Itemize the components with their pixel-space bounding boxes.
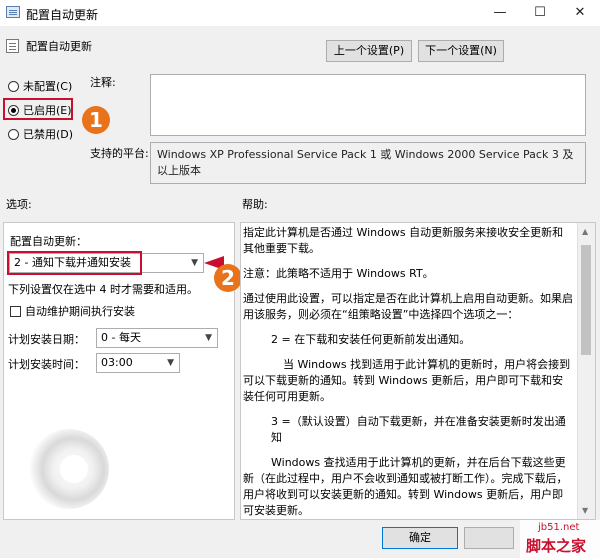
scroll-up-icon[interactable]: ▲ [582, 227, 588, 236]
maintenance-checkbox-label: 自动维护期间执行安装 [25, 305, 135, 318]
watermark-area: jb51.net 脚本之家 [520, 520, 600, 558]
time-dropdown-value: 03:00 [101, 356, 133, 369]
window-title: 配置自动更新 [26, 8, 99, 22]
radio-label: 已禁用(D) [23, 128, 74, 141]
help-paragraph: 当 Windows 找到适用于此计算机的更新时，用户将会接到可以下载更新的通知。… [243, 358, 571, 403]
setting-title: 配置自动更新 [26, 40, 92, 53]
comment-label: 注释: [90, 76, 116, 89]
day-dropdown[interactable]: 0 - 每天 ▼ [96, 328, 218, 348]
decorative-swirl [29, 429, 109, 509]
configure-highlight-box [7, 251, 142, 275]
scroll-down-icon[interactable]: ▼ [582, 506, 588, 515]
comment-textarea[interactable] [150, 74, 586, 136]
maximize-button[interactable]: ☐ [520, 0, 560, 26]
scrollbar-thumb[interactable] [581, 245, 591, 355]
radio-circle[interactable] [8, 128, 19, 140]
chevron-down-icon: ▼ [205, 333, 212, 343]
help-paragraph: 注意：此策略不适用于 Windows RT。 [243, 267, 434, 280]
radio-disabled[interactable]: 已禁用(D) [8, 126, 73, 142]
options-panel: 配置自动更新： 2 - 通知下载并通知安装 ▼ 下列设置仅在选中 4 时才需要和… [3, 222, 235, 520]
help-paragraph: 2 = 在下载和安装任何更新前发出通知。 [271, 333, 471, 346]
minimize-button[interactable]: — [480, 0, 520, 26]
configure-label: 配置自动更新： [10, 235, 87, 248]
next-setting-button[interactable]: 下一个设置(N) [418, 40, 504, 62]
step-badge-1: 1 [82, 106, 110, 134]
maintenance-checkbox-row[interactable]: 自动维护期间执行安装 [10, 303, 135, 319]
radio-circle[interactable] [8, 80, 19, 92]
watermark-site: jb51.net [538, 522, 580, 533]
close-button[interactable]: ✕ [560, 0, 600, 26]
time-dropdown[interactable]: 03:00 ▼ [96, 353, 180, 373]
help-panel: 指定此计算机是否通过 Windows 自动更新服务来接收安全更新和其他重要下载。… [240, 222, 596, 520]
enabled-highlight-box [3, 98, 73, 120]
previous-setting-button[interactable]: 上一个设置(P) [326, 40, 412, 62]
options-note: 下列设置仅在选中 4 时才需要和适用。 [8, 283, 198, 296]
ok-button[interactable]: 确定 [382, 527, 458, 549]
options-section-label: 选项: [6, 198, 32, 211]
platform-value: Windows XP Professional Service Pack 1 或… [150, 142, 586, 184]
help-paragraph: Windows 查找适用于此计算机的更新，并在后台下载这些更新（在此过程中，用户… [243, 456, 568, 517]
cancel-button[interactable] [464, 527, 514, 549]
help-section-label: 帮助: [242, 198, 268, 211]
policy-window-icon [6, 6, 20, 18]
radio-not-configured[interactable]: 未配置(C) [8, 78, 72, 94]
maintenance-checkbox[interactable] [10, 305, 21, 317]
radio-label: 未配置(C) [23, 80, 73, 93]
help-paragraph: 指定此计算机是否通过 Windows 自动更新服务来接收安全更新和其他重要下载。 [243, 226, 564, 255]
platform-label: 支持的平台: [90, 147, 149, 160]
day-label: 计划安装日期： [8, 333, 85, 346]
chevron-down-icon: ▼ [167, 358, 174, 368]
time-label: 计划安装时间： [8, 358, 85, 371]
chevron-down-icon: ▼ [191, 258, 198, 268]
setting-icon [6, 39, 19, 53]
help-paragraph: 3 =（默认设置）自动下载更新，并在准备安装更新时发出通知 [271, 415, 566, 444]
watermark-brand: 脚本之家 [526, 537, 587, 555]
help-text: 指定此计算机是否通过 Windows 自动更新服务来接收安全更新和其他重要下载。… [243, 225, 573, 519]
step-badge-2: 2 [214, 264, 242, 292]
help-scrollbar[interactable]: ▲ ▼ [577, 223, 595, 519]
help-paragraph: 通过使用此设置，可以指定是否在此计算机上启用自动更新。如果启用该服务，则必须在“… [243, 292, 573, 321]
day-dropdown-value: 0 - 每天 [101, 331, 141, 344]
